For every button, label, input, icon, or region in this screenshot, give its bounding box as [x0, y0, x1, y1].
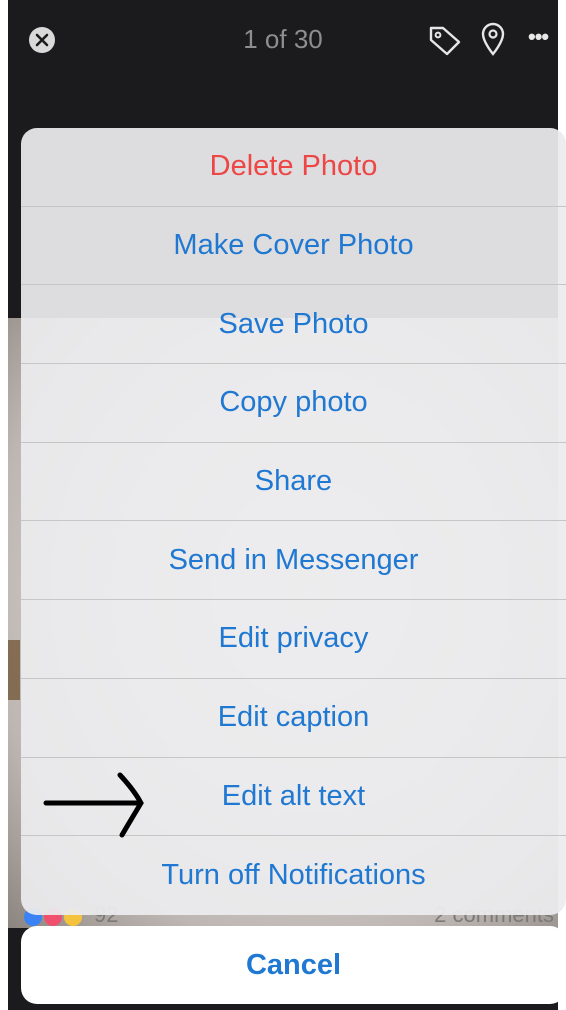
cancel-button[interactable]: Cancel [21, 926, 566, 1004]
send-in-messenger-button[interactable]: Send in Messenger [21, 521, 566, 601]
location-pin-icon[interactable] [480, 22, 506, 56]
make-cover-photo-button[interactable]: Make Cover Photo [21, 207, 566, 286]
tag-icon[interactable] [428, 24, 462, 56]
turn-off-notifications-button[interactable]: Turn off Notifications [21, 836, 566, 915]
more-icon[interactable]: ••• [528, 24, 549, 50]
photo-edge [8, 640, 20, 700]
top-bar: 1 of 30 ••• [8, 0, 558, 82]
share-button[interactable]: Share [21, 443, 566, 522]
photo-counter: 1 of 30 [243, 24, 323, 54]
arrow-right-icon [43, 772, 144, 838]
save-photo-button[interactable]: Save Photo [21, 285, 566, 365]
edit-caption-button[interactable]: Edit caption [21, 679, 566, 758]
copy-photo-button[interactable]: Copy photo [21, 364, 566, 443]
edit-privacy-button[interactable]: Edit privacy [21, 600, 566, 679]
delete-photo-button[interactable]: Delete Photo [21, 128, 566, 207]
